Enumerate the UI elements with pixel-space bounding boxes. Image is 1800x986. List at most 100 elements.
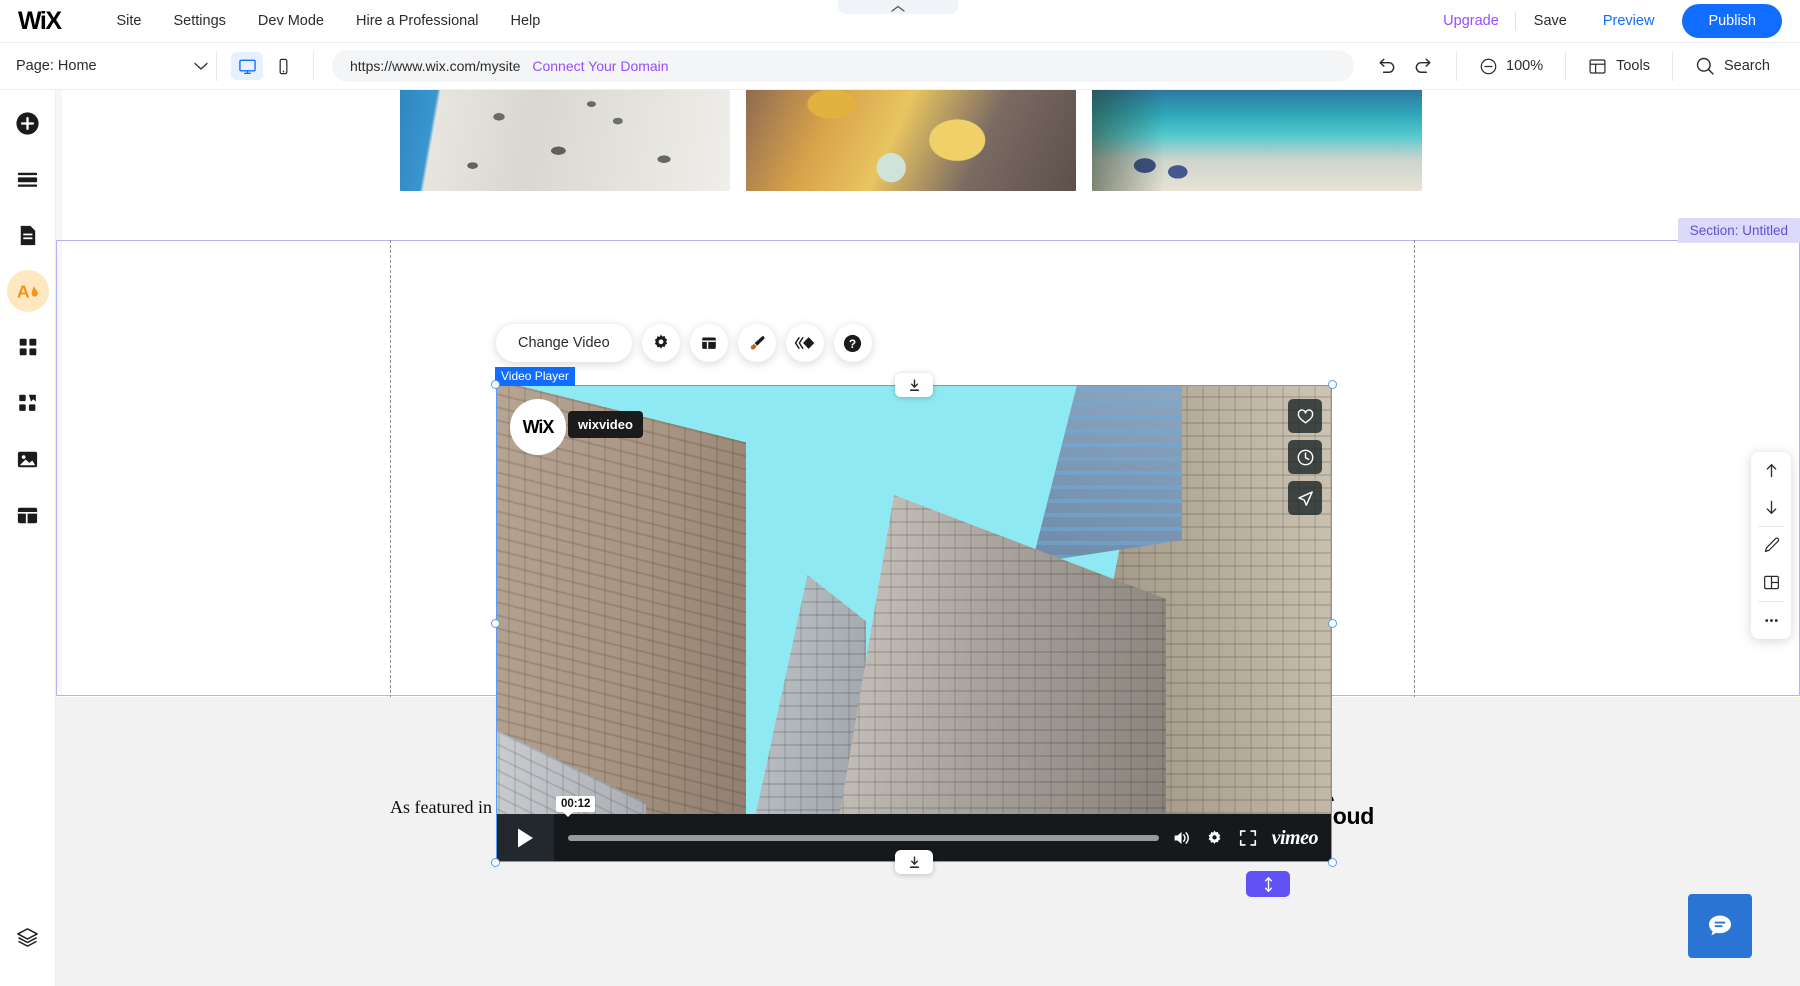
puzzle-icon (16, 391, 40, 415)
vimeo-logo[interactable]: vimeo (1272, 827, 1318, 850)
tools-button[interactable]: Tools (1566, 57, 1672, 76)
gallery-image-greek-alley[interactable] (400, 90, 730, 191)
edit-section-button[interactable] (1751, 527, 1791, 564)
connect-domain-link[interactable]: Connect Your Domain (532, 58, 668, 74)
wix-brand-badge[interactable]: WiX (510, 399, 566, 455)
video-volume-button[interactable] (1171, 828, 1191, 848)
sidebar-item-add-elements[interactable] (7, 102, 49, 144)
component-float-toolbar: Change Video (496, 324, 872, 362)
video-player-component[interactable]: Video Player WiX wixvideo (496, 385, 1332, 862)
device-mobile-button[interactable] (267, 52, 299, 80)
stretch-down-icon (907, 378, 922, 393)
video-settings-button[interactable] (642, 324, 680, 362)
selection-handle-bottom-left[interactable] (491, 858, 500, 867)
menu-item-hire-a-professional[interactable]: Hire a Professional (340, 7, 495, 35)
menu-item-site[interactable]: Site (101, 7, 158, 35)
stretch-handle-top[interactable] (895, 373, 933, 397)
editor-panel-collapse-handle[interactable] (838, 0, 958, 14)
gear-icon (651, 333, 671, 353)
sidebar-item-layers[interactable] (7, 916, 49, 958)
wix-editor-window: WiX Site Settings Dev Mode Hire a Profes… (0, 0, 1800, 986)
selection-handle-mid-right[interactable] (1328, 619, 1337, 628)
search-label: Search (1724, 58, 1770, 74)
fullscreen-icon (1238, 828, 1258, 848)
toolbar-divider (313, 51, 314, 81)
section-more-options-button[interactable] (1751, 602, 1791, 639)
video-settings-gear-button[interactable] (1205, 829, 1224, 848)
upgrade-link[interactable]: Upgrade (1427, 13, 1515, 29)
video-animation-button[interactable] (786, 324, 824, 362)
tools-panel-icon (1588, 57, 1607, 76)
pencil-icon (1762, 536, 1781, 555)
zoom-control[interactable]: 100% (1457, 57, 1565, 76)
menu-item-dev-mode[interactable]: Dev Mode (242, 7, 340, 35)
selection-handle-mid-left[interactable] (491, 619, 500, 628)
sidebar-item-site-design[interactable]: A (7, 270, 49, 312)
video-design-button[interactable] (738, 324, 776, 362)
gallery-image-food[interactable] (746, 90, 1076, 191)
sidebar-item-pages[interactable] (7, 214, 49, 256)
chevron-down-icon (194, 62, 208, 71)
stretch-handle-bottom[interactable] (895, 850, 933, 874)
video-frame[interactable]: WiX wixvideo (496, 385, 1332, 862)
selection-handle-bottom-right[interactable] (1328, 858, 1337, 867)
undo-icon (1376, 56, 1397, 77)
undo-button[interactable] (1376, 56, 1397, 77)
save-button[interactable]: Save (1516, 13, 1585, 29)
section-layout-button[interactable] (1751, 564, 1791, 601)
page-icon (15, 223, 40, 248)
sidebar-item-my-business[interactable] (7, 382, 49, 424)
video-progress-bar[interactable] (568, 835, 1159, 841)
menu-item-help[interactable]: Help (495, 7, 557, 35)
arrow-down-icon (1762, 498, 1781, 517)
page-selector-label: Page: Home (16, 58, 97, 74)
section-actions-panel (1751, 452, 1791, 639)
move-section-down-button[interactable] (1751, 489, 1791, 526)
change-video-button[interactable]: Change Video (496, 324, 632, 362)
section-label[interactable]: Section: Untitled (1678, 218, 1800, 243)
video-layout-button[interactable] (690, 324, 728, 362)
redo-icon (1413, 56, 1434, 77)
selection-handle-top-right[interactable] (1328, 380, 1337, 389)
site-url-bar[interactable]: https://www.wix.com/mysite Connect Your … (332, 50, 1354, 82)
left-sidebar: A (0, 90, 56, 986)
zoom-level-label: 100% (1506, 58, 1543, 74)
page-selector[interactable]: Page: Home (16, 58, 216, 74)
gallery-image-beach[interactable] (1092, 90, 1422, 191)
search-button[interactable]: Search (1673, 56, 1792, 76)
video-controls-right: vimeo (1171, 827, 1332, 850)
mobile-icon (274, 57, 293, 76)
arrow-up-icon (1762, 461, 1781, 480)
question-circle-icon: ? (842, 333, 863, 354)
sidebar-item-content-manager[interactable] (7, 494, 49, 536)
sidebar-item-apps[interactable] (7, 326, 49, 368)
desktop-icon (238, 57, 257, 76)
stretch-down-icon (907, 855, 922, 870)
device-desktop-button[interactable] (231, 52, 263, 80)
video-help-button[interactable]: ? (834, 324, 872, 362)
sidebar-item-site-menu-pages[interactable] (7, 158, 49, 200)
publish-button[interactable]: Publish (1682, 4, 1782, 38)
wix-logo[interactable]: WiX (18, 7, 61, 36)
chat-widget-button[interactable] (1688, 894, 1752, 958)
selection-handle-top-left[interactable] (491, 380, 500, 389)
toolbar-right-actions: 100% Tools Search (1354, 43, 1792, 90)
move-section-up-button[interactable] (1751, 452, 1791, 489)
video-like-button[interactable] (1288, 399, 1322, 433)
editor-canvas[interactable]: Section: Untitled Change Video (56, 90, 1800, 986)
sidebar-item-media[interactable] (7, 438, 49, 480)
redo-button[interactable] (1413, 56, 1434, 77)
heart-icon (1296, 407, 1315, 426)
wixvideo-tag[interactable]: wixvideo (568, 411, 643, 438)
image-icon (15, 447, 40, 472)
table-icon (15, 503, 40, 528)
video-share-button[interactable] (1288, 481, 1322, 515)
video-play-button[interactable] (496, 814, 554, 862)
preview-button[interactable]: Preview (1585, 13, 1673, 29)
video-progress-area[interactable]: 00:12 (554, 814, 1171, 862)
video-fullscreen-button[interactable] (1238, 828, 1258, 848)
video-watch-later-button[interactable] (1288, 440, 1322, 474)
section-resize-handle[interactable] (1246, 871, 1290, 897)
menu-item-settings[interactable]: Settings (158, 7, 242, 35)
undo-redo-group (1354, 56, 1456, 77)
